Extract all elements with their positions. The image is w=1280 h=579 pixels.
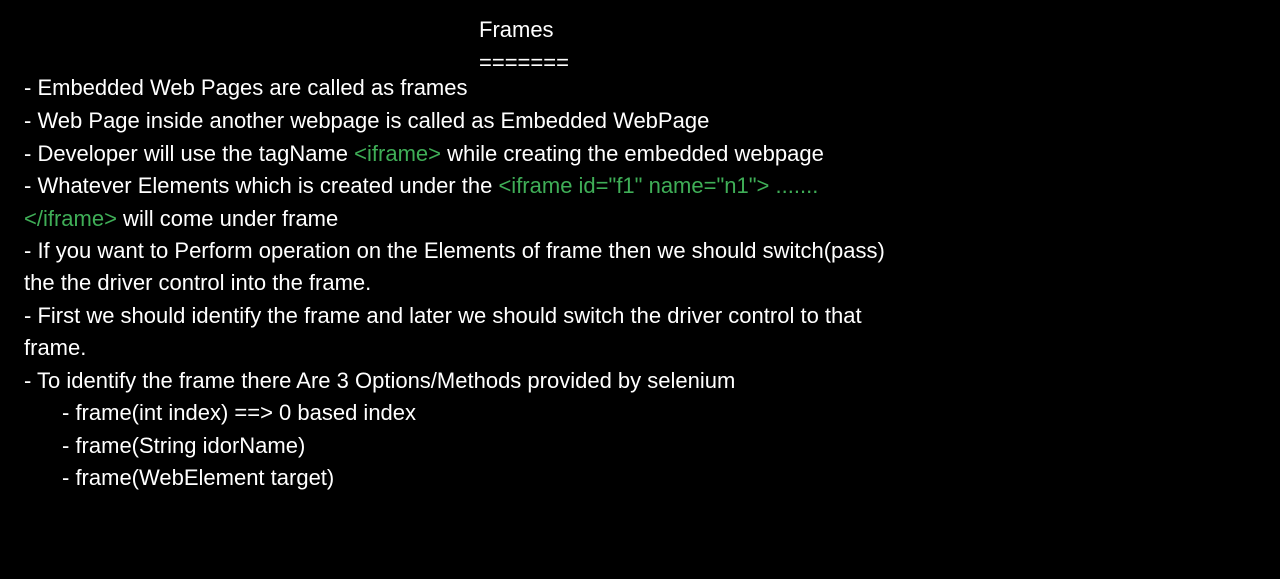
note-line-2: - Web Page inside another webpage is cal… — [24, 108, 710, 133]
note-line-6: - If you want to Perform operation on th… — [24, 238, 885, 263]
note-line-7: the the driver control into the frame. — [24, 270, 372, 295]
iframe-tag-code: <iframe> — [354, 141, 441, 166]
page-title: Frames — [479, 17, 554, 42]
iframe-close-tag-code: </iframe> — [24, 206, 117, 231]
note-line-5: </iframe> will come under frame — [24, 203, 338, 235]
note-line-5-text-b: will come under frame — [116, 206, 339, 231]
note-line-10: - To identify the frame there Are 3 Opti… — [24, 368, 736, 393]
method-item-2: - frame(String idorName) — [62, 433, 306, 458]
note-line-4: - Whatever Elements which is created und… — [24, 170, 818, 202]
note-line-4-text-a: - Whatever Elements which is created und… — [24, 173, 499, 198]
note-line-8: - First we should identify the frame and… — [24, 303, 862, 328]
method-item-1: - frame(int index) ==> 0 based index — [62, 400, 417, 425]
note-line-3: - Developer will use the tagName <iframe… — [24, 138, 824, 170]
iframe-open-tag-code: <iframe id="f1" name="n1"> ....... — [498, 173, 819, 198]
note-line-1: - Embedded Web Pages are called as frame… — [24, 75, 468, 100]
note-line-9: frame. — [24, 335, 87, 360]
title-underline: ======= — [479, 50, 569, 75]
method-item-3: - frame(WebElement target) — [62, 465, 335, 490]
note-line-3-text-c: while creating the embedded webpage — [440, 141, 824, 166]
note-line-3-text-a: - Developer will use the tagName — [24, 141, 355, 166]
